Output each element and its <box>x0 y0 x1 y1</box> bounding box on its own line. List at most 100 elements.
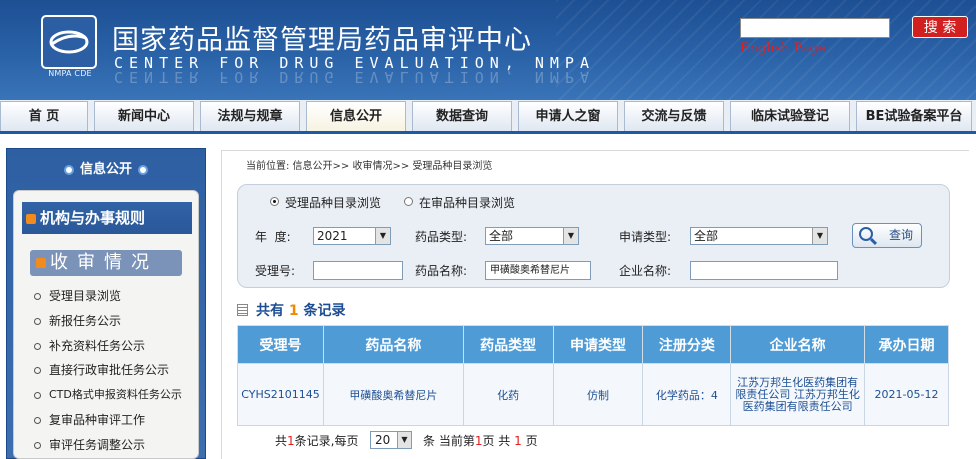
cell-apply-type: 仿制 <box>552 363 644 426</box>
sidebar-item[interactable]: 新报任务公示 <box>34 311 121 331</box>
company-name-label: 企业名称: <box>619 264 672 278</box>
column-header[interactable]: 注册分类 <box>642 325 732 364</box>
nav-tab-news[interactable]: 新闻中心 <box>94 101 194 131</box>
sidebar-item[interactable]: 直接行政审批任务公示 <box>34 360 169 380</box>
nav-tab-info-disclosure[interactable]: 信息公开 <box>306 101 406 131</box>
year-select[interactable]: 2021 ▼ <box>313 227 391 245</box>
english-page-link[interactable]: English Page <box>740 41 826 56</box>
pager-total: 1 <box>287 434 295 448</box>
radio-accepted-label: 受理品种目录浏览 <box>285 196 382 210</box>
query-button-label: 查询 <box>888 228 913 242</box>
bullet-icon <box>63 164 74 175</box>
year-label: 年 度: <box>255 230 291 244</box>
sidebar-item-label: 受理目录浏览 <box>49 289 122 303</box>
rss-icon <box>36 258 46 268</box>
site-search-input[interactable] <box>740 18 890 38</box>
column-header[interactable]: 申请类型 <box>552 325 644 364</box>
cell-drug-type: 化药 <box>462 363 554 426</box>
drug-type-label: 药品类型: <box>415 230 468 244</box>
sidebar-heading-rules-label: 机构与办事规则 <box>40 209 146 227</box>
nav-underline <box>0 131 976 134</box>
result-count-number: 1 <box>288 303 299 319</box>
nav-tab-applicant-window[interactable]: 申请人之窗 <box>518 101 618 131</box>
drug-type-select-value: 全部 <box>489 229 514 243</box>
column-header[interactable]: 药品类型 <box>462 325 554 364</box>
sidebar-item[interactable]: 审评任务调整公示 <box>34 435 145 455</box>
column-header[interactable]: 受理号 <box>237 325 324 364</box>
chevron-down-icon: ▼ <box>812 228 827 244</box>
sidebar-item[interactable]: 补充资料任务公示 <box>34 336 145 356</box>
chevron-down-icon: ▼ <box>397 432 411 448</box>
column-header[interactable]: 企业名称 <box>730 325 866 364</box>
pager-position: 条 当前第1页 共 1 页 <box>423 432 538 450</box>
magnifier-icon <box>859 227 873 241</box>
nav-tab-clinical-trial[interactable]: 临床试验登记 <box>730 101 850 131</box>
query-button[interactable]: 查询 <box>852 223 922 248</box>
cell-drug-name[interactable]: 甲磺酸奥希替尼片 <box>322 363 464 426</box>
cell-company: 江苏万邦生化医药集团有限责任公司 江苏万邦生化医药集团有限责任公司 <box>730 363 866 426</box>
sidebar-item[interactable]: CTD格式申报资料任务公示 <box>34 385 182 405</box>
nav-tab-be-trial[interactable]: BE试验备案平台 <box>856 101 972 131</box>
chevron-down-icon: ▼ <box>375 228 390 244</box>
table-row: CYHS2101145 甲磺酸奥希替尼片 化药 仿制 化学药品：4 江苏万邦生化… <box>237 363 949 426</box>
accept-no-label: 受理号: <box>255 264 296 278</box>
year-select-value: 2021 <box>317 229 348 243</box>
site-search-button[interactable]: 搜 索 <box>912 16 968 38</box>
page-size-select[interactable]: 20 ▼ <box>370 431 412 449</box>
result-prefix: 共有 <box>256 303 284 319</box>
cell-date: 2021-05-12 <box>864 363 949 426</box>
nav-tab-home[interactable]: 首 页 <box>0 101 88 131</box>
company-name-input[interactable] <box>690 261 838 280</box>
sidebar-heading-status-label: 收审情况 <box>50 252 158 273</box>
circle-bullet-icon <box>34 343 41 350</box>
circle-bullet-icon <box>34 391 41 399</box>
nav-tab-feedback[interactable]: 交流与反馈 <box>624 101 724 131</box>
result-table: 受理号 药品名称 药品类型 申请类型 注册分类 企业名称 承办日期 CYHS21… <box>237 325 949 426</box>
sidebar-title-text: 信息公开 <box>79 162 132 177</box>
sidebar-heading-rules[interactable]: 机构与办事规则 <box>22 202 192 234</box>
circle-bullet-icon <box>34 318 41 325</box>
radio-selected-icon <box>270 197 279 206</box>
sidebar-item[interactable]: 受理目录浏览 <box>34 286 121 306</box>
sidebar-item[interactable]: 复审品种审评工作 <box>34 410 145 430</box>
rss-icon <box>26 213 36 224</box>
chevron-down-icon: ▼ <box>563 228 578 244</box>
cell-accept-no[interactable]: CYHS2101145 <box>237 363 324 426</box>
sidebar-item-label: 新报任务公示 <box>49 314 122 328</box>
apply-type-label: 申请类型: <box>619 230 672 244</box>
column-header[interactable]: 承办日期 <box>864 325 949 364</box>
radio-reviewing-catalog[interactable]: 在审品种目录浏览 <box>404 196 515 210</box>
list-icon <box>237 304 248 316</box>
nav-tab-data-query[interactable]: 数据查询 <box>412 101 512 131</box>
accept-no-input[interactable] <box>313 261 403 280</box>
page-size-value: 20 <box>375 433 391 447</box>
sidebar-item-label: 审评任务调整公示 <box>49 438 146 452</box>
pager-pages: 1 <box>514 434 522 448</box>
circle-bullet-icon <box>34 367 41 374</box>
pager-summary: 共1条记录,每页 <box>275 432 358 450</box>
logo-caption: NMPA CDE <box>48 69 92 78</box>
pager-text: 条 当前第 <box>423 434 475 448</box>
pager-text: 页 共 <box>482 434 511 448</box>
circle-bullet-icon <box>34 417 41 424</box>
sidebar-title: 信息公开 <box>6 155 206 185</box>
drug-type-select[interactable]: 全部 ▼ <box>485 227 579 245</box>
result-count: 共有 1 条记录 <box>237 300 346 320</box>
sidebar-item-label: CTD格式申报资料任务公示 <box>49 388 182 401</box>
sidebar-heading-status[interactable]: 收审情况 <box>30 250 182 276</box>
apply-type-select-value: 全部 <box>694 229 719 243</box>
drug-name-input[interactable]: 甲磺酸奥希替尼片 <box>485 261 591 280</box>
sidebar-item-label: 直接行政审批任务公示 <box>49 363 170 377</box>
circle-bullet-icon <box>34 442 41 449</box>
result-suffix: 条记录 <box>303 303 346 319</box>
cell-reg-class: 化学药品：4 <box>642 363 732 426</box>
site-title-en-reflection: CENTER FOR DRUG EVALUATION, NMPA <box>114 68 595 86</box>
nav-tab-regulations[interactable]: 法规与规章 <box>200 101 300 131</box>
sidebar-item-label: 补充资料任务公示 <box>49 339 146 353</box>
radio-unselected-icon <box>404 197 413 206</box>
table-header-row: 受理号 药品名称 药品类型 申请类型 注册分类 企业名称 承办日期 <box>237 325 949 364</box>
apply-type-select[interactable]: 全部 ▼ <box>690 227 828 245</box>
column-header[interactable]: 药品名称 <box>322 325 464 364</box>
radio-accepted-catalog[interactable]: 受理品种目录浏览 <box>270 196 381 210</box>
drug-name-label: 药品名称: <box>415 264 468 278</box>
